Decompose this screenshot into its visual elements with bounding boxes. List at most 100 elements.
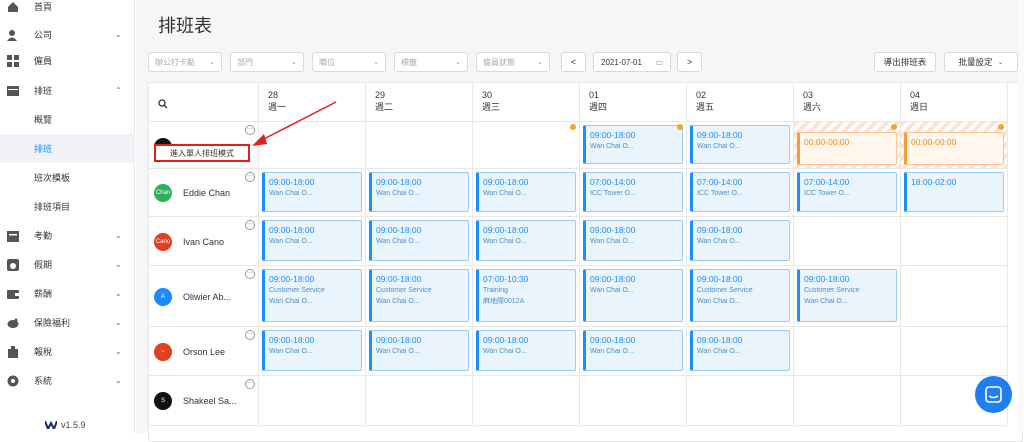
- schedule-cell[interactable]: [901, 217, 1008, 266]
- shift-block[interactable]: 00:00-00:00: [904, 132, 1004, 165]
- schedule-cell[interactable]: 09:00-18:00 Wan Chai O...: [580, 327, 687, 376]
- schedule-cell[interactable]: [794, 376, 901, 426]
- shift-block[interactable]: 00:00-00:00: [797, 132, 897, 165]
- schedule-cell[interactable]: 09:00-18:00 Customer Service Wan Chai O...: [794, 266, 901, 327]
- schedule-cell[interactable]: 09:00-18:00 Wan Chai O...: [259, 327, 366, 376]
- schedule-cell[interactable]: 09:00-18:00 Wan Chai O...: [366, 169, 473, 217]
- schedule-cell[interactable]: 07:00-14:00 ICC Tower O...: [580, 169, 687, 217]
- schedule-cell[interactable]: 09:00-18:00 Wan Chai O...: [580, 217, 687, 266]
- schedule-cell[interactable]: 09:00-18:00 Customer Service Wan Chai O...: [259, 266, 366, 327]
- chat-support-button[interactable]: [975, 376, 1012, 413]
- schedule-cell[interactable]: [901, 266, 1008, 327]
- shift-block[interactable]: 09:00-18:00 Wan Chai O...: [262, 172, 362, 212]
- shift-block[interactable]: 09:00-18:00 Wan Chai O...: [369, 172, 469, 212]
- shift-block[interactable]: 09:00-18:00 Customer Service Wan Chai O...: [797, 269, 897, 322]
- tag-filter[interactable]: 標籤 ⌄: [394, 52, 468, 72]
- shift-block[interactable]: 09:00-18:00 Wan Chai O...: [262, 330, 362, 371]
- shift-block[interactable]: 07:00-14:00 ICC Tower O...: [583, 172, 683, 212]
- more-options-icon[interactable]: ···: [245, 220, 255, 230]
- schedule-cell[interactable]: 07:00-10:30 Training 麻地際0012A: [473, 266, 580, 327]
- department-filter[interactable]: 部門 ⌄: [230, 52, 304, 72]
- schedule-cell[interactable]: 07:00-14:00 ICC Tower O...: [794, 169, 901, 217]
- schedule-cell[interactable]: 09:00-18:00 Wan Chai O...: [366, 217, 473, 266]
- shift-block[interactable]: 18:00-02:00: [904, 172, 1004, 212]
- schedule-cell[interactable]: 07:00-14:00 ICC Tower O...: [687, 169, 794, 217]
- schedule-cell[interactable]: 09:00-18:00 Wan Chai O...: [473, 169, 580, 217]
- sidebar-item-10[interactable]: 薪酬 ⌄: [0, 279, 135, 308]
- schedule-cell[interactable]: 09:00-18:00 Wan Chai O...: [687, 217, 794, 266]
- next-week-button[interactable]: >: [677, 52, 702, 72]
- sidebar-item-1[interactable]: 公司 ⌄: [0, 20, 135, 49]
- office-filter[interactable]: 辦公打卡點 ⌄: [148, 52, 222, 72]
- employee-name[interactable]: Oliwier Ab...: [183, 292, 231, 302]
- schedule-cell[interactable]: 09:00-18:00 Wan Chai O...: [580, 122, 687, 169]
- employee-name[interactable]: Orson Lee: [183, 347, 225, 357]
- schedule-cell[interactable]: 09:00-18:00 Wan Chai O...: [580, 266, 687, 327]
- sidebar-item-3[interactable]: 排班 ⌃: [0, 76, 135, 105]
- schedule-cell[interactable]: 09:00-18:00 Wan Chai O...: [687, 122, 794, 169]
- schedule-cell[interactable]: [473, 122, 580, 169]
- more-options-icon[interactable]: ···: [245, 269, 255, 279]
- schedule-cell[interactable]: [259, 376, 366, 426]
- shift-block[interactable]: 09:00-18:00 Wan Chai O...: [583, 125, 683, 164]
- shift-block[interactable]: 09:00-18:00 Wan Chai O...: [583, 330, 683, 371]
- shift-block[interactable]: 09:00-18:00 Wan Chai O...: [583, 269, 683, 322]
- shift-block[interactable]: 09:00-18:00 Wan Chai O...: [369, 220, 469, 261]
- schedule-cell[interactable]: 00:00-00:00: [794, 122, 901, 169]
- sidebar-item-4[interactable]: 概覽: [0, 105, 135, 134]
- shift-block[interactable]: 09:00-18:00 Customer Service Wan Chai O...: [369, 269, 469, 322]
- position-filter[interactable]: 職位 ⌄: [312, 52, 386, 72]
- schedule-cell[interactable]: 09:00-18:00 Customer Service Wan Chai O...: [687, 266, 794, 327]
- employee-name[interactable]: Shakeel Sa...: [183, 396, 237, 406]
- search-cell[interactable]: [149, 83, 259, 122]
- shift-block[interactable]: 09:00-18:00 Wan Chai O...: [690, 330, 790, 371]
- employee-status-filter[interactable]: 僱員狀態 ⌄: [476, 52, 550, 72]
- bulk-settings-button[interactable]: 批量設定 ⌄: [944, 52, 1018, 72]
- shift-block[interactable]: 09:00-18:00 Wan Chai O...: [369, 330, 469, 371]
- sidebar-item-0[interactable]: 首頁: [0, 0, 135, 21]
- employee-name[interactable]: Ivan Cano: [183, 237, 224, 247]
- date-picker[interactable]: 2021-07-01 ▭: [593, 52, 671, 72]
- more-options-icon[interactable]: ···: [245, 379, 255, 389]
- shift-block[interactable]: 09:00-18:00 Wan Chai O...: [690, 220, 790, 261]
- more-options-icon[interactable]: ···: [245, 330, 255, 340]
- schedule-cell[interactable]: [580, 376, 687, 426]
- schedule-cell[interactable]: 09:00-18:00 Wan Chai O...: [259, 169, 366, 217]
- schedule-cell[interactable]: [687, 376, 794, 426]
- shift-block[interactable]: 09:00-18:00 Wan Chai O...: [476, 220, 576, 261]
- shift-block[interactable]: 09:00-18:00 Wan Chai O...: [690, 125, 790, 164]
- sidebar-item-13[interactable]: 系統 ⌄: [0, 366, 135, 395]
- shift-block[interactable]: 09:00-18:00 Customer Service Wan Chai O...: [262, 269, 362, 322]
- shift-block[interactable]: 09:00-18:00 Customer Service Wan Chai O...: [690, 269, 790, 322]
- single-schedule-mode-tooltip[interactable]: 進入單人排班模式: [154, 144, 250, 162]
- schedule-cell[interactable]: 09:00-18:00 Wan Chai O...: [473, 327, 580, 376]
- schedule-cell[interactable]: [901, 327, 1008, 376]
- sidebar-item-7[interactable]: 排班項目: [0, 192, 135, 221]
- schedule-cell[interactable]: [794, 327, 901, 376]
- page-scrollbar[interactable]: [1018, 0, 1024, 433]
- sidebar-item-11[interactable]: 保險福利 ⌄: [0, 308, 135, 337]
- schedule-cell[interactable]: 09:00-18:00 Wan Chai O...: [473, 217, 580, 266]
- sidebar-item-9[interactable]: 假期 ⌄: [0, 250, 135, 279]
- schedule-cell[interactable]: 09:00-18:00 Wan Chai O...: [366, 327, 473, 376]
- sidebar-item-12[interactable]: 報稅 ⌄: [0, 337, 135, 366]
- shift-block[interactable]: 09:00-18:00 Wan Chai O...: [476, 330, 576, 371]
- schedule-cell[interactable]: [473, 376, 580, 426]
- sidebar-item-2[interactable]: 僱員: [0, 46, 135, 75]
- sidebar-item-6[interactable]: 班次模板: [0, 163, 135, 192]
- export-schedule-button[interactable]: 導出排班表: [874, 52, 936, 72]
- sidebar-item-5[interactable]: 排班: [0, 134, 135, 163]
- schedule-cell[interactable]: 00:00-00:00: [901, 122, 1008, 169]
- schedule-cell[interactable]: 09:00-18:00 Customer Service Wan Chai O...: [366, 266, 473, 327]
- schedule-cell[interactable]: [366, 122, 473, 169]
- employee-name[interactable]: Eddie Chan: [183, 188, 230, 198]
- sidebar-item-8[interactable]: 考勤 ⌄: [0, 221, 135, 250]
- shift-block[interactable]: 07:00-14:00 ICC Tower O...: [797, 172, 897, 212]
- schedule-cell[interactable]: 09:00-18:00 Wan Chai O...: [259, 217, 366, 266]
- prev-week-button[interactable]: <: [561, 52, 586, 72]
- shift-block[interactable]: 09:00-18:00 Wan Chai O...: [262, 220, 362, 261]
- shift-block[interactable]: 09:00-18:00 Wan Chai O...: [476, 172, 576, 212]
- schedule-cell[interactable]: [794, 217, 901, 266]
- shift-block[interactable]: 09:00-18:00 Wan Chai O...: [583, 220, 683, 261]
- schedule-cell[interactable]: 18:00-02:00: [901, 169, 1008, 217]
